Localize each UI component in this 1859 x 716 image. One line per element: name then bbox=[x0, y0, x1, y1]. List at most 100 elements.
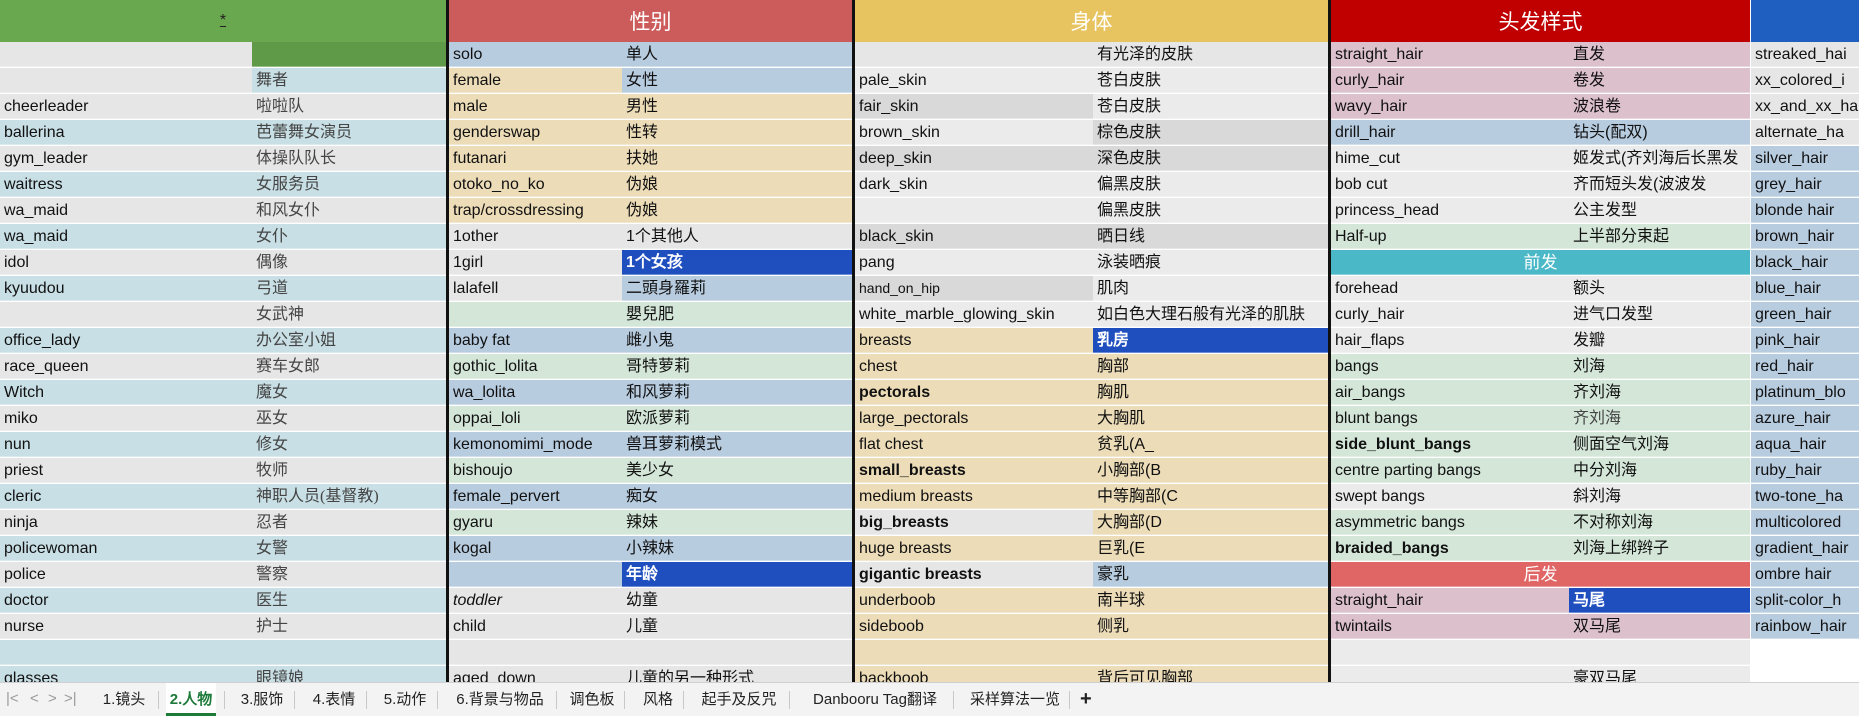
translation-cell[interactable]: 背后可见胸部 bbox=[1093, 666, 1328, 682]
translation-cell[interactable]: 钻头(配双) bbox=[1569, 120, 1750, 145]
translation-cell[interactable]: 大胸肌 bbox=[1093, 406, 1328, 431]
translation-cell[interactable]: 胸部 bbox=[1093, 354, 1328, 379]
tag-cell[interactable]: bangs bbox=[1331, 354, 1569, 379]
tag-cell[interactable]: asymmetric bangs bbox=[1331, 510, 1569, 535]
tag-cell[interactable]: wa_lolita bbox=[449, 380, 622, 405]
tag-cell[interactable]: kemonomimi_mode bbox=[449, 432, 622, 457]
tag-cell[interactable] bbox=[0, 640, 252, 665]
translation-cell[interactable]: 痴女 bbox=[622, 484, 852, 509]
translation-cell[interactable]: 辣妹 bbox=[622, 510, 852, 535]
tag-cell[interactable]: miko bbox=[0, 406, 252, 431]
tag-cell[interactable]: alternate_ha bbox=[1751, 120, 1859, 145]
tag-cell[interactable]: grey_hair bbox=[1751, 172, 1859, 197]
tag-cell[interactable]: 1girl bbox=[449, 250, 622, 275]
subheader-cell[interactable]: 前发 bbox=[1331, 250, 1750, 275]
tag-cell[interactable]: child bbox=[449, 614, 622, 639]
tag-cell[interactable]: pale_skin bbox=[855, 68, 1093, 93]
section-header[interactable]: * bbox=[0, 0, 446, 42]
translation-cell[interactable]: 雌小鬼 bbox=[622, 328, 852, 353]
tag-cell[interactable]: twintails bbox=[1331, 614, 1569, 639]
translation-cell[interactable]: 哥特萝莉 bbox=[622, 354, 852, 379]
first-sheet-icon[interactable]: |< bbox=[6, 690, 19, 707]
translation-cell[interactable]: 偶像 bbox=[252, 250, 446, 275]
tag-cell[interactable]: toddler bbox=[449, 588, 622, 613]
tag-cell[interactable]: nun bbox=[0, 432, 252, 457]
sheet-tab[interactable]: 1.镜头 bbox=[98, 683, 150, 716]
tag-cell[interactable]: cheerleader bbox=[0, 94, 252, 119]
tag-cell[interactable] bbox=[0, 68, 252, 93]
translation-cell[interactable]: 修女 bbox=[252, 432, 446, 457]
translation-cell[interactable]: 大胸部(D bbox=[1093, 510, 1328, 535]
tag-cell[interactable]: Half-up bbox=[1331, 224, 1569, 249]
translation-cell[interactable]: 和风女仆 bbox=[252, 198, 446, 223]
translation-cell[interactable]: 办公室小姐 bbox=[252, 328, 446, 353]
tag-cell[interactable]: lalafell bbox=[449, 276, 622, 301]
translation-cell[interactable]: 幼童 bbox=[622, 588, 852, 613]
tag-cell[interactable]: sideboob bbox=[855, 614, 1093, 639]
tag-cell[interactable]: centre parting bangs bbox=[1331, 458, 1569, 483]
sheet-tab[interactable]: 2.人物 bbox=[166, 683, 216, 716]
translation-cell[interactable]: 胸肌 bbox=[1093, 380, 1328, 405]
tag-cell[interactable]: gyaru bbox=[449, 510, 622, 535]
sheet-tab[interactable]: 起手及反咒 bbox=[697, 683, 781, 716]
tag-cell[interactable] bbox=[449, 562, 622, 587]
tag-cell[interactable]: backboob bbox=[855, 666, 1093, 682]
sheet-tab[interactable]: 5.动作 bbox=[381, 683, 429, 716]
translation-cell[interactable]: 伪娘 bbox=[622, 198, 852, 223]
tag-cell[interactable]: kyuudou bbox=[0, 276, 252, 301]
translation-cell[interactable]: 中等胸部(C bbox=[1093, 484, 1328, 509]
tag-cell[interactable]: ninja bbox=[0, 510, 252, 535]
translation-cell[interactable]: 眼镜娘 bbox=[252, 666, 446, 682]
translation-cell[interactable]: 齐刘海 bbox=[1569, 380, 1750, 405]
tag-cell[interactable] bbox=[449, 302, 622, 327]
section-header[interactable]: 头发样式 bbox=[1331, 0, 1750, 42]
translation-cell[interactable]: 马尾 bbox=[1569, 588, 1750, 613]
translation-cell[interactable]: 小胸部(B bbox=[1093, 458, 1328, 483]
tag-cell[interactable]: aged_down bbox=[449, 666, 622, 682]
tag-cell[interactable]: forehead bbox=[1331, 276, 1569, 301]
tag-cell[interactable]: trap/crossdressing bbox=[449, 198, 622, 223]
tag-cell[interactable]: black_hair bbox=[1751, 250, 1859, 275]
translation-cell[interactable]: 卷发 bbox=[1569, 68, 1750, 93]
translation-cell[interactable] bbox=[1569, 640, 1750, 665]
translation-cell[interactable]: 刘海上绑辫子 bbox=[1569, 536, 1750, 561]
translation-cell[interactable]: 刘海 bbox=[1569, 354, 1750, 379]
tag-cell[interactable]: curly_hair bbox=[1331, 68, 1569, 93]
translation-cell[interactable]: 棕色皮肤 bbox=[1093, 120, 1328, 145]
translation-cell[interactable]: 牧师 bbox=[252, 458, 446, 483]
translation-cell[interactable]: 波浪卷 bbox=[1569, 94, 1750, 119]
tag-cell[interactable]: solo bbox=[449, 42, 622, 67]
tag-cell[interactable]: straight_hair bbox=[1331, 588, 1569, 613]
tag-cell[interactable] bbox=[449, 640, 622, 665]
tag-cell[interactable]: side_blunt_bangs bbox=[1331, 432, 1569, 457]
translation-cell[interactable]: 二頭身羅莉 bbox=[622, 276, 852, 301]
translation-cell[interactable]: 不对称刘海 bbox=[1569, 510, 1750, 535]
tag-cell[interactable]: doctor bbox=[0, 588, 252, 613]
translation-cell[interactable]: 上半部分束起 bbox=[1569, 224, 1750, 249]
translation-cell[interactable]: 魔女 bbox=[252, 380, 446, 405]
tag-cell[interactable]: race_queen bbox=[0, 354, 252, 379]
tag-cell[interactable]: bob cut bbox=[1331, 172, 1569, 197]
translation-cell[interactable]: 双马尾 bbox=[1569, 614, 1750, 639]
translation-cell[interactable]: 偏黑皮肤 bbox=[1093, 172, 1328, 197]
translation-cell[interactable]: 偏黑皮肤 bbox=[1093, 198, 1328, 223]
tag-cell[interactable]: bishoujo bbox=[449, 458, 622, 483]
translation-cell[interactable]: 中分刘海 bbox=[1569, 458, 1750, 483]
tag-cell[interactable]: brown_hair bbox=[1751, 224, 1859, 249]
tag-cell[interactable]: breasts bbox=[855, 328, 1093, 353]
translation-cell[interactable]: 1个女孩 bbox=[622, 250, 852, 275]
tag-cell[interactable]: curly_hair bbox=[1331, 302, 1569, 327]
translation-cell[interactable] bbox=[252, 42, 446, 67]
translation-cell[interactable]: 有光泽的皮肤 bbox=[1093, 42, 1328, 67]
translation-cell[interactable]: 侧面空气刘海 bbox=[1569, 432, 1750, 457]
translation-cell[interactable] bbox=[252, 640, 446, 665]
translation-cell[interactable]: 美少女 bbox=[622, 458, 852, 483]
translation-cell[interactable]: 泳装晒痕 bbox=[1093, 250, 1328, 275]
tag-cell[interactable] bbox=[855, 42, 1093, 67]
translation-cell[interactable]: 扶她 bbox=[622, 146, 852, 171]
translation-cell[interactable]: 直发 bbox=[1569, 42, 1750, 67]
tag-cell[interactable] bbox=[855, 640, 1093, 665]
translation-cell[interactable]: 女服务员 bbox=[252, 172, 446, 197]
tag-cell[interactable]: multicolored bbox=[1751, 510, 1859, 535]
tag-cell[interactable]: brown_skin bbox=[855, 120, 1093, 145]
